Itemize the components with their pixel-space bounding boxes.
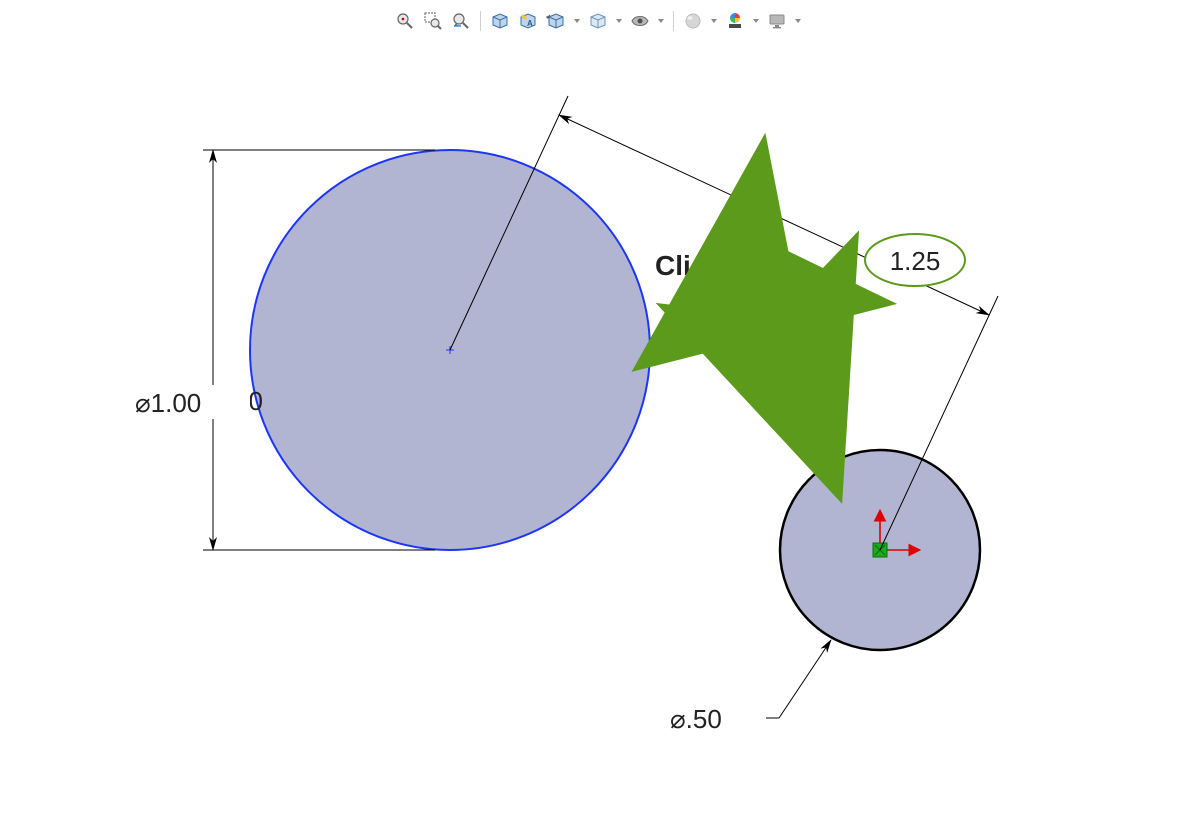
hide-show-items-dropdown[interactable]	[656, 9, 666, 33]
appearance-sphere-icon	[683, 11, 703, 31]
previous-view-button[interactable]	[449, 9, 473, 33]
section-view-button[interactable]	[488, 9, 512, 33]
dimension-diameter-large-value-text: 1.00	[151, 388, 202, 418]
hide-show-items-button[interactable]	[628, 9, 652, 33]
display-style-button[interactable]	[586, 9, 610, 33]
dynamic-annotation-views-button[interactable]: A	[516, 9, 540, 33]
apply-scene-button[interactable]	[723, 9, 747, 33]
callout-click-2-label: Click 2	[750, 380, 840, 411]
dimension-diameter-small-value: .50	[686, 704, 722, 734]
dimension-center-distance-value: 1.25	[890, 246, 941, 276]
svg-text:A: A	[527, 19, 533, 28]
apply-scene-dropdown[interactable]	[751, 9, 761, 33]
zoom-to-area-icon	[423, 11, 443, 31]
callout-click-1: Click 1	[655, 250, 745, 350]
section-view-icon	[490, 11, 510, 31]
eye-icon	[630, 11, 650, 31]
heads-up-view-toolbar: A	[0, 6, 1195, 36]
callout-click-2: Click 2	[750, 380, 840, 470]
monitor-icon	[767, 11, 787, 31]
graphics-area[interactable]: ⌀ 1.00 ⌀1.00 ⌀.50 1.25	[0, 40, 1195, 835]
view-orientation-icon	[546, 11, 566, 31]
zoom-to-fit-icon	[395, 11, 415, 31]
display-style-dropdown[interactable]	[614, 9, 624, 33]
dimension-diameter-small[interactable]: ⌀.50	[670, 640, 831, 734]
svg-text:⌀1.00: ⌀1.00	[135, 388, 201, 418]
view-orientation-dropdown[interactable]	[572, 9, 582, 33]
display-style-icon	[588, 11, 608, 31]
view-settings-button[interactable]	[765, 9, 789, 33]
edit-appearance-dropdown[interactable]	[709, 9, 719, 33]
zoom-to-area-button[interactable]	[421, 9, 445, 33]
toolbar-separator	[673, 11, 674, 31]
dynamic-annotation-views-icon: A	[518, 11, 538, 31]
svg-text:⌀.50: ⌀.50	[670, 704, 722, 734]
phi-glyph-large: ⌀	[135, 388, 151, 418]
view-settings-dropdown[interactable]	[793, 9, 803, 33]
phi-glyph-small: ⌀	[670, 704, 686, 734]
edit-appearance-button[interactable]	[681, 9, 705, 33]
previous-view-icon	[451, 11, 471, 31]
zoom-to-fit-button[interactable]	[393, 9, 417, 33]
svg-text:1.25: 1.25	[890, 246, 941, 276]
view-orientation-button[interactable]	[544, 9, 568, 33]
toolbar-separator	[480, 11, 481, 31]
callout-click-1-label: Click 1	[655, 250, 745, 281]
scene-icon	[725, 11, 745, 31]
